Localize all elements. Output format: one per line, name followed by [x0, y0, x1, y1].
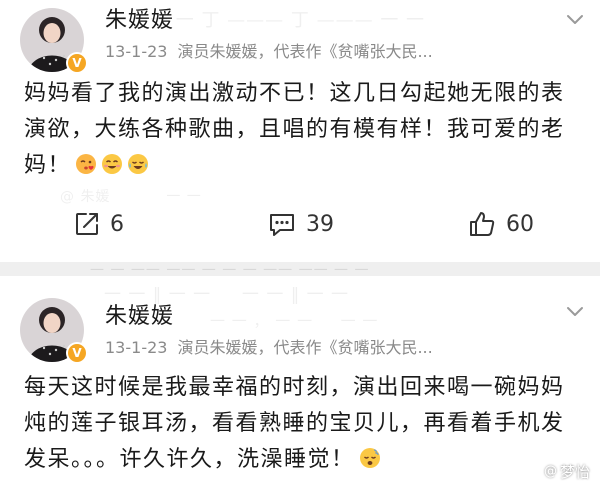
- grinning-blush-emoji: [102, 154, 123, 174]
- weibo-post: 一 一 丁 ——— 丁 ——— 一 一 V 朱媛媛 13-1-23 演员朱媛媛，代…: [0, 0, 600, 262]
- watermark-at-icon: @: [543, 464, 557, 479]
- post-date: 13-1-23: [105, 338, 168, 357]
- watermark-text: 梦怡: [559, 463, 590, 481]
- ghost-text-bleed: @ 朱媛 一 一: [60, 189, 202, 205]
- post-date: 13-1-23: [105, 42, 168, 61]
- post-meta: 13-1-23 演员朱媛媛，代表作《贫嘴张大民...: [105, 334, 433, 358]
- watermark: @ 梦怡: [544, 461, 590, 482]
- weibo-post: 一 一 ‖ 一 一 一 一 ‖ 一 一 一 一 ， 一 一 一 一 V 朱媛媛 …: [0, 276, 600, 492]
- chevron-down-icon[interactable]: [564, 300, 586, 322]
- comment-icon: [270, 214, 294, 236]
- thumbs-up-icon: [470, 212, 495, 236]
- comment-button[interactable]: 39: [268, 204, 334, 244]
- post-source: 演员朱媛媛，代表作《贫嘴张大民...: [177, 42, 433, 61]
- post-text: 每天这时候是我最幸福的时刻，演出回来喝一碗妈妈炖的莲子银耳汤，看看熟睡的宝贝儿，…: [24, 375, 565, 472]
- ghost-text-bleed: 一 一 ， 一 一 一 一: [210, 312, 379, 330]
- post-body: 每天这时候是我最幸福的时刻，演出回来喝一碗妈妈炖的莲子银耳汤，看看熟睡的宝贝儿，…: [24, 370, 580, 478]
- post-body: 妈妈看了我的演出激动不已！这几日勾起她无限的表演欲，大练各种歌曲，且唱的有模有样…: [24, 76, 580, 184]
- like-button[interactable]: 60: [468, 204, 534, 244]
- post-meta: 13-1-23 演员朱媛媛，代表作《贫嘴张大民...: [105, 38, 433, 62]
- share-count: 6: [110, 211, 124, 237]
- joy-tears-emoji: [128, 154, 149, 174]
- verified-v-icon: V: [68, 344, 86, 362]
- chevron-down-icon[interactable]: [564, 8, 586, 30]
- verified-badge: V: [66, 52, 88, 74]
- share-edit-icon: [76, 213, 98, 235]
- sleepy-emoji: [359, 448, 380, 468]
- ghost-text-bleed: 一 一 丁 ——— 丁 ——— 一 一: [150, 10, 426, 31]
- post-actions: 6 39 60: [0, 204, 600, 244]
- like-count: 60: [506, 211, 534, 237]
- post-divider: 一 一 一一 一一 一 一 一 一一 一一 一 一: [0, 262, 600, 279]
- post-source: 演员朱媛媛，代表作《贫嘴张大民...: [177, 338, 433, 357]
- share-button[interactable]: 6: [74, 204, 124, 244]
- verified-badge: V: [66, 342, 88, 364]
- author-name[interactable]: 朱媛媛: [105, 298, 174, 330]
- author-name[interactable]: 朱媛媛: [105, 2, 174, 34]
- kissing-heart-emoji: [76, 154, 97, 174]
- comment-count: 39: [306, 211, 334, 237]
- verified-v-icon: V: [68, 54, 86, 72]
